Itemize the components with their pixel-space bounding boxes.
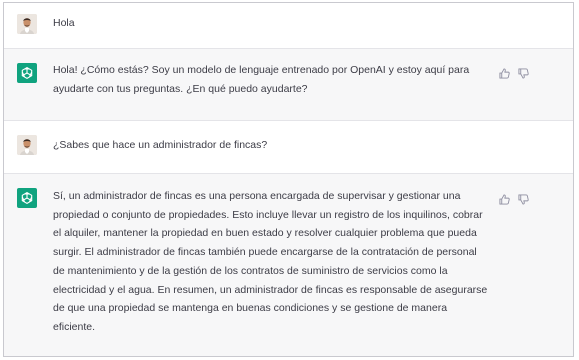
user-message: ¿Sabes que hace un administrador de finc… xyxy=(4,121,573,174)
thumbs-up-icon[interactable] xyxy=(499,192,510,205)
message-text: ¿Sabes que hace un administrador de finc… xyxy=(53,139,268,151)
thumbs-down-icon[interactable] xyxy=(518,192,529,205)
user-avatar xyxy=(17,135,37,155)
assistant-message: Sí, un administrador de fincas es una pe… xyxy=(4,174,573,356)
feedback-actions xyxy=(499,192,529,205)
thumbs-down-icon[interactable] xyxy=(518,66,529,79)
user-avatar xyxy=(17,14,37,34)
message-text: Hola! ¿Cómo estás? Soy un modelo de leng… xyxy=(53,64,470,95)
assistant-message: Hola! ¿Cómo estás? Soy un modelo de leng… xyxy=(4,49,573,121)
chat-window: Hola Hola! ¿Cómo estás? Soy un modelo de… xyxy=(3,2,574,357)
feedback-actions xyxy=(499,66,529,79)
openai-logo-icon xyxy=(17,188,37,208)
thumbs-up-icon[interactable] xyxy=(499,66,510,79)
openai-logo-icon xyxy=(17,63,37,83)
message-text: Hola xyxy=(53,17,75,29)
user-message: Hola xyxy=(4,3,573,49)
message-text: Sí, un administrador de fincas es una pe… xyxy=(53,190,488,333)
